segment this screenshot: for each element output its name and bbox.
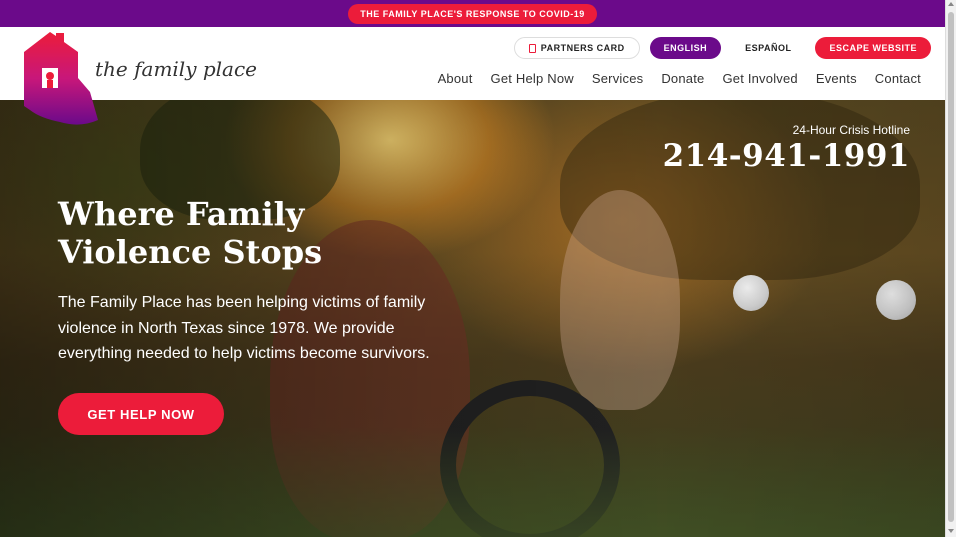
hero-description: The Family Place has been helping victim… xyxy=(58,294,430,362)
nav-contact[interactable]: Contact xyxy=(875,71,921,86)
page-scrollbar[interactable] xyxy=(945,0,956,537)
house-logo-icon[interactable] xyxy=(20,30,105,126)
scroll-down-arrow-icon[interactable] xyxy=(948,529,954,533)
hotline-number[interactable]: 214-941-1991 xyxy=(663,138,910,174)
main-nav: About Get Help Now Services Donate Get I… xyxy=(420,71,921,86)
spanish-language-button[interactable]: ESPAÑOL xyxy=(731,37,806,59)
escape-website-button[interactable]: ESCAPE WEBSITE xyxy=(815,37,931,59)
hero-title: Where Family Violence Stops xyxy=(58,195,323,271)
nav-get-help-now[interactable]: Get Help Now xyxy=(491,71,574,86)
partners-card-label: PARTNERS CARD xyxy=(540,43,625,53)
site-header: the family place PARTNERS CARD ENGLISH E… xyxy=(0,27,945,100)
hero-section: 24-Hour Crisis Hotline 214-941-1991 Wher… xyxy=(0,100,945,537)
get-help-now-button[interactable]: GET HELP NOW xyxy=(58,393,224,435)
nav-events[interactable]: Events xyxy=(816,71,857,86)
scroll-up-arrow-icon[interactable] xyxy=(948,2,954,6)
scroll-thumb[interactable] xyxy=(948,12,954,522)
utility-nav: PARTNERS CARD ENGLISH ESPAÑOL ESCAPE WEB… xyxy=(504,37,931,59)
nav-services[interactable]: Services xyxy=(592,71,643,86)
logo-wordmark[interactable]: the family place xyxy=(95,57,257,81)
english-language-button[interactable]: ENGLISH xyxy=(649,37,722,59)
announcement-bar: THE FAMILY PLACE'S RESPONSE TO COVID-19 xyxy=(0,0,945,27)
nav-about[interactable]: About xyxy=(438,71,473,86)
nav-donate[interactable]: Donate xyxy=(661,71,704,86)
partners-card-button[interactable]: PARTNERS CARD xyxy=(513,37,640,59)
covid-response-button[interactable]: THE FAMILY PLACE'S RESPONSE TO COVID-19 xyxy=(348,3,597,24)
card-icon xyxy=(528,43,536,53)
nav-get-involved[interactable]: Get Involved xyxy=(722,71,797,86)
hotline-label: 24-Hour Crisis Hotline xyxy=(792,123,910,137)
